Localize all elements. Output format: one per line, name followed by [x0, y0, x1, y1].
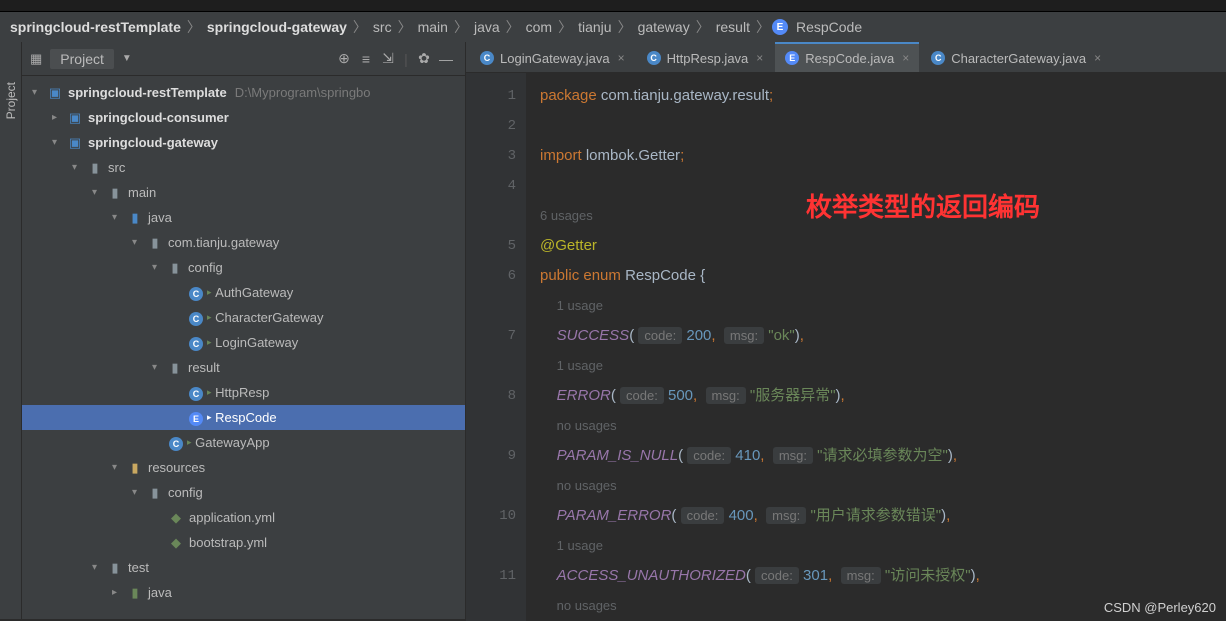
watermark: CSDN @Perley620: [1104, 600, 1216, 615]
chevron-right-icon: 〉: [454, 17, 468, 37]
tree-root[interactable]: ▾▣springcloud-restTemplateD:\Myprogram\s…: [22, 80, 465, 105]
tab-http[interactable]: CHttpResp.java×: [637, 42, 774, 72]
crumb-2[interactable]: src: [369, 19, 396, 35]
chevron-right-icon: 〉: [398, 17, 412, 37]
tree-http[interactable]: C▸ HttpResp: [22, 380, 465, 405]
code-text[interactable]: package com.tianju.gateway.result; impor…: [526, 73, 1226, 621]
crumb-7[interactable]: gateway: [634, 19, 694, 35]
crumb-4[interactable]: java: [470, 19, 504, 35]
tab-login[interactable]: CLoginGateway.java×: [470, 42, 635, 72]
crumb-8[interactable]: result: [712, 19, 754, 35]
chevron-down-icon[interactable]: ▼: [122, 53, 132, 64]
project-tree[interactable]: ▾▣springcloud-restTemplateD:\Myprogram\s…: [22, 76, 465, 619]
tree-java[interactable]: ▾▮java: [22, 205, 465, 230]
chevron-right-icon: 〉: [187, 17, 201, 37]
tree-pkg[interactable]: ▾▮com.tianju.gateway: [22, 230, 465, 255]
sort-icon[interactable]: ≡: [355, 51, 377, 67]
main-area: Project ▦ Project ▼ ⊕ ≡ ⇲ | ✿ — ▾▣spring…: [0, 42, 1226, 619]
expand-icon[interactable]: ⇲: [377, 50, 399, 67]
gear-icon[interactable]: ✿: [413, 50, 435, 67]
project-panel: ▦ Project ▼ ⊕ ≡ ⇲ | ✿ — ▾▣springcloud-re…: [22, 42, 466, 619]
chevron-right-icon: 〉: [353, 17, 367, 37]
chevron-right-icon: 〉: [506, 17, 520, 37]
tab-char[interactable]: CCharacterGateway.java×: [921, 42, 1111, 72]
crumb-5[interactable]: com: [522, 19, 556, 35]
crumb-1[interactable]: springcloud-gateway: [203, 19, 351, 35]
tree-login[interactable]: C▸ LoginGateway: [22, 330, 465, 355]
tree-java2[interactable]: ▸▮java: [22, 580, 465, 605]
chevron-right-icon: 〉: [558, 17, 572, 37]
gutter[interactable]: 1234 56 7 8 9 10 11: [466, 73, 526, 621]
tree-char[interactable]: C▸ CharacterGateway: [22, 305, 465, 330]
chevron-right-icon: 〉: [618, 17, 632, 37]
tree-bootyml[interactable]: ◆bootstrap.yml: [22, 530, 465, 555]
close-icon[interactable]: ×: [618, 51, 625, 65]
crumb-3[interactable]: main: [414, 19, 452, 35]
project-toolwindow-tab[interactable]: Project: [4, 82, 18, 119]
tree-appyml[interactable]: ◆application.yml: [22, 505, 465, 530]
editor: CLoginGateway.java× CHttpResp.java× ERes…: [466, 42, 1226, 619]
annotation-overlay: 枚举类型的返回编码: [806, 187, 1040, 224]
target-icon[interactable]: ⊕: [333, 50, 355, 67]
window-top-strip: [0, 0, 1226, 12]
close-icon[interactable]: ×: [1094, 51, 1101, 65]
enum-icon: E: [772, 19, 788, 35]
crumb-6[interactable]: tianju: [574, 19, 615, 35]
tree-config2[interactable]: ▾▮config: [22, 480, 465, 505]
tree-gateway[interactable]: ▾▣springcloud-gateway: [22, 130, 465, 155]
tree-config[interactable]: ▾▮config: [22, 255, 465, 280]
tree-resources[interactable]: ▾▮resources: [22, 455, 465, 480]
close-icon[interactable]: ×: [756, 51, 763, 65]
folder-icon: ▦: [30, 51, 42, 67]
tree-auth[interactable]: C▸ AuthGateway: [22, 280, 465, 305]
tree-test[interactable]: ▾▮test: [22, 555, 465, 580]
close-icon[interactable]: ×: [902, 51, 909, 65]
panel-title[interactable]: Project: [50, 49, 114, 69]
side-toolwindow-bar: Project: [0, 42, 22, 619]
tree-consumer[interactable]: ▸▣springcloud-consumer: [22, 105, 465, 130]
tree-resp[interactable]: E▸ RespCode: [22, 405, 465, 430]
breadcrumb: springcloud-restTemplate〉 springcloud-ga…: [0, 12, 1226, 42]
tree-src[interactable]: ▾▮src: [22, 155, 465, 180]
hide-icon[interactable]: —: [435, 51, 457, 67]
code-area: 1234 56 7 8 9 10 11 package com.tianju.g…: [466, 73, 1226, 621]
panel-header: ▦ Project ▼ ⊕ ≡ ⇲ | ✿ —: [22, 42, 465, 76]
tree-app[interactable]: C▸ GatewayApp: [22, 430, 465, 455]
tab-resp[interactable]: ERespCode.java×: [775, 42, 919, 72]
chevron-right-icon: 〉: [696, 17, 710, 37]
crumb-9[interactable]: RespCode: [792, 19, 866, 35]
tree-result[interactable]: ▾▮result: [22, 355, 465, 380]
tree-main[interactable]: ▾▮main: [22, 180, 465, 205]
chevron-right-icon: 〉: [756, 17, 770, 37]
editor-tabs: CLoginGateway.java× CHttpResp.java× ERes…: [466, 42, 1226, 73]
crumb-0[interactable]: springcloud-restTemplate: [6, 19, 185, 35]
divider: |: [399, 51, 413, 67]
